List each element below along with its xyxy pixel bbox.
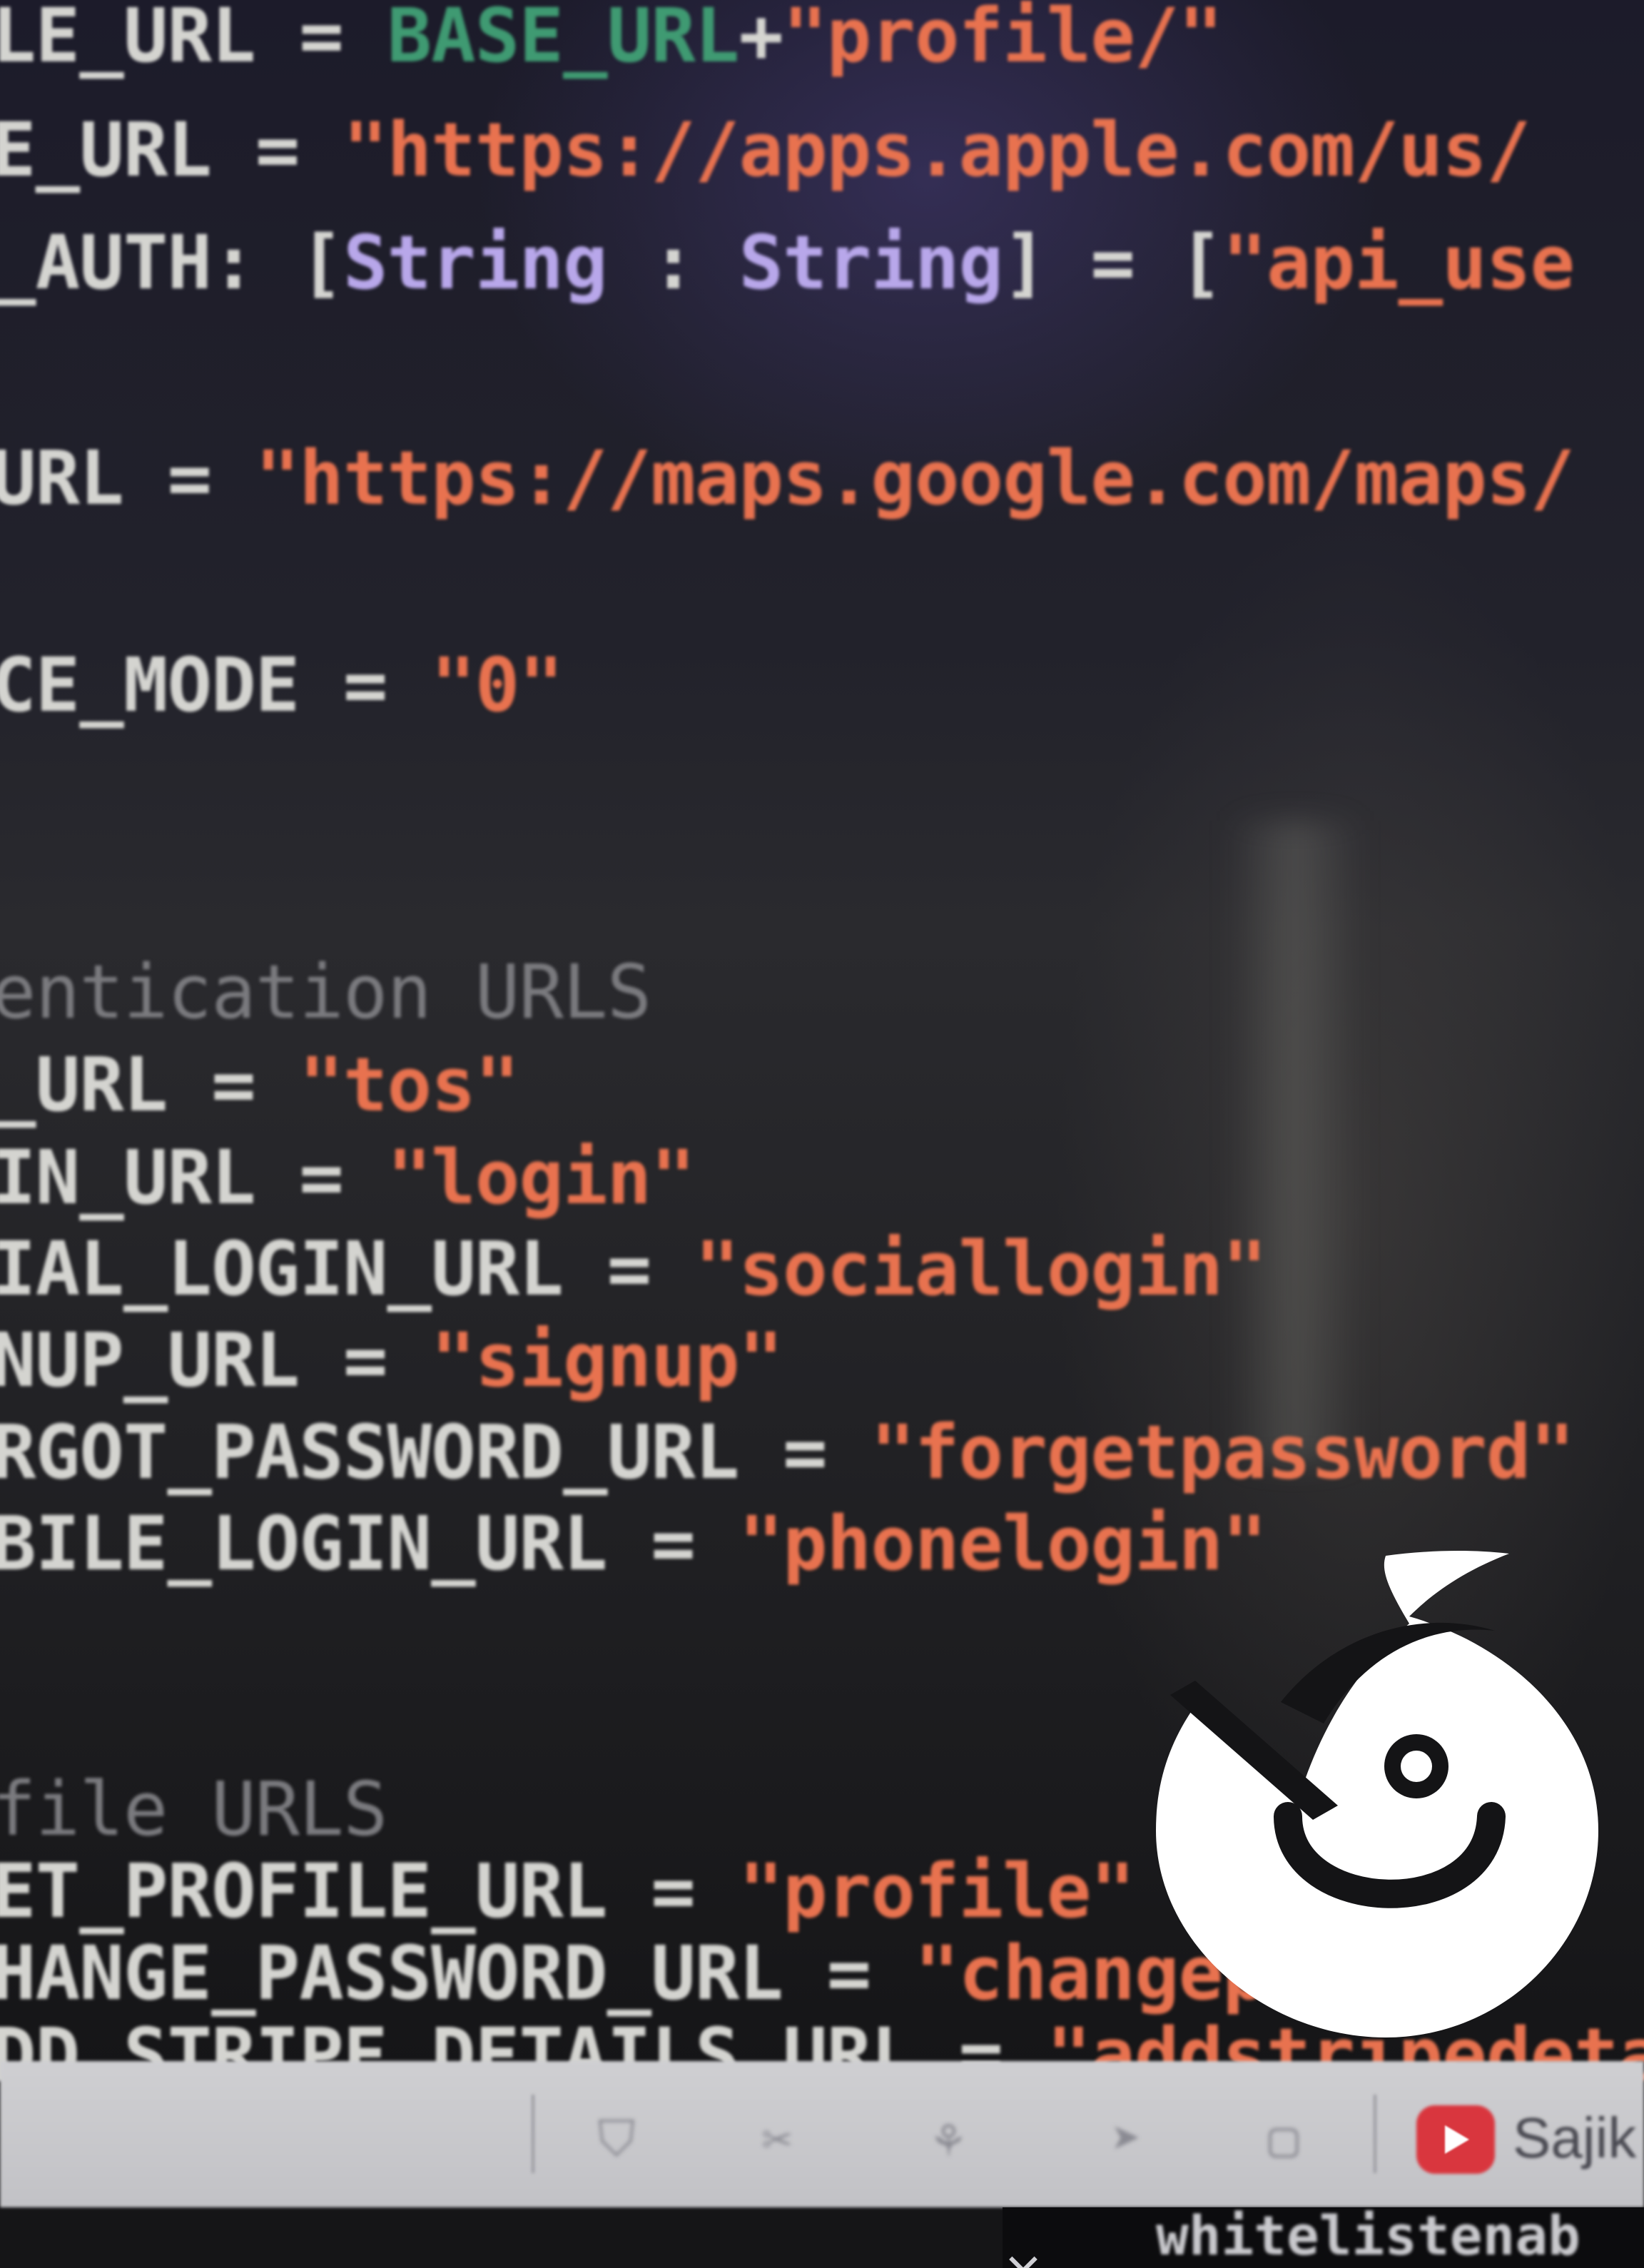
- youtube-tab-label[interactable]: Sajik: [1513, 2105, 1636, 2171]
- code-line-mobile-login: BILE_LOGIN_URL = "phonelogin": [0, 1501, 1267, 1586]
- code-line-auth: _AUTH: [String : String] = ["api_use: [0, 219, 1575, 306]
- code-token-str: "forgetpassword": [871, 1409, 1575, 1496]
- code-token-op: =: [607, 1848, 739, 1935]
- code-line-change-password: HANGE_PASSWORD_URL = "changepas: [0, 1930, 1355, 2017]
- code-token-str: "tos": [299, 1041, 519, 1128]
- play-icon: [1445, 2125, 1469, 2154]
- shield-icon[interactable]: ⛉: [589, 2111, 644, 2167]
- code-token-ident: HANGE_PASSWORD_URL: [0, 1930, 783, 2017]
- code-token-op: =: [299, 642, 432, 729]
- code-token-op: =: [255, 0, 387, 79]
- dock-divider: [532, 2095, 534, 2173]
- code-line-tos: _URL = "tos": [0, 1042, 519, 1128]
- code-token-ident: URL: [0, 435, 124, 522]
- code-token-op: ] = [: [1003, 219, 1223, 306]
- code-line-forgot-password: RGOT_PASSWORD_URL = "forgetpassword": [0, 1409, 1575, 1496]
- code-token-comment: file URLS: [0, 1766, 388, 1853]
- dock-bar: [0, 2061, 1644, 2207]
- watermark-logo-icon: [1156, 1551, 1598, 2037]
- code-line-login: IN_URL = "login": [0, 1134, 696, 1221]
- code-line-get-profile: ET_PROFILE_URL = "profile": [0, 1848, 1135, 1934]
- code-token-str: "api_use: [1222, 219, 1575, 306]
- code-token-op: :: [607, 219, 739, 306]
- code-token-str: "https://apps.apple.com/us/: [342, 106, 1531, 193]
- code-token-ident: ET_PROFILE_URL: [0, 1848, 608, 1935]
- window-icon[interactable]: ▢: [1256, 2111, 1311, 2167]
- code-token-comment: entication URLS: [0, 948, 651, 1036]
- code-token-plain: BASE_URL: [387, 0, 740, 79]
- code-line-profile-comment: file URLS: [0, 1766, 388, 1853]
- code-token-str: "signup": [431, 1317, 783, 1404]
- code-token-str: "https://maps.google.com/maps/: [255, 435, 1575, 522]
- code-token-str: "profile/": [783, 0, 1223, 79]
- dock-divider: [1374, 2095, 1376, 2173]
- code-line-signup: NUP_URL = "signup": [0, 1317, 783, 1403]
- code-token-op: =: [255, 1134, 387, 1221]
- code-token-op: =: [739, 1409, 871, 1496]
- code-token-ident: IAL_LOGIN_URL: [0, 1225, 564, 1312]
- code-token-op: =: [211, 106, 343, 193]
- code-token-str: "0": [431, 642, 564, 729]
- code-token-ident: _URL: [0, 1041, 168, 1128]
- code-token-op: =: [562, 1225, 695, 1312]
- code-token-ident: _AUTH:: [0, 219, 256, 306]
- code-token-ident: CE_MODE: [0, 642, 300, 729]
- scissors-icon[interactable]: ✂: [749, 2111, 805, 2167]
- code-line-store-url: E_URL = "https://apps.apple.com/us/: [0, 106, 1531, 193]
- code-line-mode: CE_MODE = "0": [0, 642, 564, 729]
- send-icon[interactable]: ➤: [1099, 2111, 1155, 2167]
- code-token-op: =: [299, 1317, 432, 1404]
- code-token-ident: E_URL: [0, 106, 212, 193]
- terminal-output: whitelistenab: [1156, 2204, 1580, 2267]
- code-line-auth-comment: entication URLS: [0, 949, 651, 1035]
- code-token-ident: BILE_LOGIN_URL: [0, 1500, 608, 1587]
- code-line-profile-url: LE_URL = BASE_URL+"profile/": [0, 0, 1223, 79]
- code-token-str: "sociallogin": [694, 1225, 1267, 1312]
- code-token-ident: NUP_URL: [0, 1317, 300, 1404]
- code-line-social-login: IAL_LOGIN_URL = "sociallogin": [0, 1226, 1267, 1312]
- code-token-op: =: [167, 1041, 300, 1128]
- code-token-op: +: [739, 0, 783, 79]
- code-token-str: "profile": [739, 1848, 1135, 1935]
- code-token-op: =: [783, 1930, 915, 2017]
- code-token-op: [: [255, 219, 344, 306]
- code-line-maps-url: URL = "https://maps.google.com/maps/: [0, 435, 1575, 522]
- puzzle-icon[interactable]: ⚘: [920, 2111, 976, 2167]
- code-token-type: String: [342, 219, 608, 306]
- code-token-op: =: [607, 1500, 739, 1587]
- code-token-op: =: [123, 435, 255, 522]
- code-token-str: "login": [387, 1134, 696, 1221]
- code-token-ident: IN_URL: [0, 1134, 256, 1221]
- photo-background: LE_URL = BASE_URL+"profile/" E_URL = "ht…: [0, 0, 1644, 2268]
- code-token-ident: RGOT_PASSWORD_URL: [0, 1409, 739, 1496]
- code-token-ident: LE_URL: [0, 0, 256, 79]
- code-token-type: String: [739, 219, 1003, 306]
